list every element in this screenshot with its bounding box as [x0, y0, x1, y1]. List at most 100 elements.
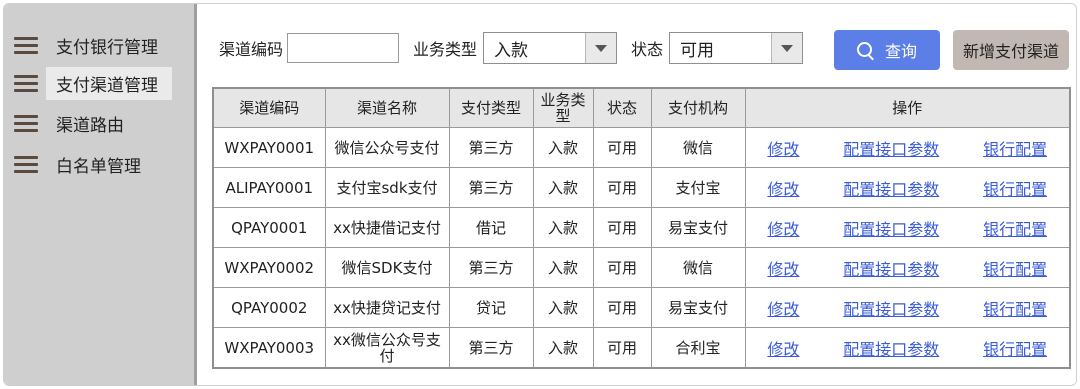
pay-type-cell: 第三方 — [448, 127, 534, 168]
config-params-link[interactable]: 配置接口参数 — [843, 141, 939, 158]
sidebar-item-whitelist[interactable]: 白名单管理 — [14, 147, 151, 181]
channel-code-cell: WXPAY0003 — [212, 327, 326, 369]
status-cell: 可用 — [592, 127, 652, 168]
pay-org-cell: 支付宝 — [650, 167, 746, 208]
biz-type-cell: 入款 — [532, 127, 594, 168]
status-cell: 可用 — [592, 207, 652, 248]
table-row: WXPAY0001 微信公众号支付 第三方 入款 可用 微信 修改 配置接口参数… — [212, 127, 1071, 168]
config-params-link[interactable]: 配置接口参数 — [843, 221, 939, 238]
channel-name-cell: 支付宝sdk支付 — [324, 167, 450, 208]
table-row: WXPAY0003 xx微信公众号支付 第三方 入款 可用 合利宝 修改 配置接… — [212, 327, 1071, 369]
biz-type-cell: 入款 — [532, 327, 594, 369]
channel-code-label: 渠道编码 — [219, 40, 284, 59]
channel-code-cell: WXPAY0002 — [212, 247, 326, 288]
channel-code-input[interactable] — [287, 33, 400, 63]
column-header: 支付机构 — [650, 87, 746, 128]
channel-code-cell: QPAY0001 — [212, 207, 326, 248]
channel-code-cell: ALIPAY0001 — [212, 167, 326, 208]
sidebar-item-channel-routing[interactable]: 渠道路由 — [14, 106, 134, 140]
sidebar-item-label: 白名单管理 — [56, 156, 141, 177]
pay-type-cell: 第三方 — [448, 247, 534, 288]
config-params-link[interactable]: 配置接口参数 — [843, 341, 939, 358]
status-label: 状态 — [631, 40, 664, 59]
edit-link[interactable]: 修改 — [767, 341, 799, 358]
add-channel-button[interactable]: 新增支付渠道 — [953, 30, 1069, 70]
chevron-down-icon — [771, 33, 803, 63]
sidebar-item-label: 支付银行管理 — [56, 37, 158, 58]
sidebar-item-bank-management[interactable]: 支付银行管理 — [14, 28, 168, 62]
channel-name-cell: xx快捷借记支付 — [324, 207, 450, 248]
biz-type-cell: 入款 — [532, 287, 594, 328]
menu-icon — [14, 73, 38, 93]
sidebar: 支付银行管理 支付渠道管理 渠道路由 白名单管理 — [4, 4, 197, 385]
table-row: QPAY0002 xx快捷贷记支付 贷记 入款 可用 易宝支付 修改 配置接口参… — [212, 287, 1071, 328]
channel-code-cell: QPAY0002 — [212, 287, 326, 328]
table-row: QPAY0001 xx快捷借记支付 借记 入款 可用 易宝支付 修改 配置接口参… — [212, 207, 1071, 248]
status-cell: 可用 — [592, 287, 652, 328]
query-button-label: 查询 — [884, 42, 917, 61]
menu-icon — [14, 154, 38, 174]
status-cell: 可用 — [592, 167, 652, 208]
biz-type-value: 入款 — [494, 40, 529, 61]
pay-type-cell: 第三方 — [448, 167, 534, 208]
bank-config-link[interactable]: 银行配置 — [983, 301, 1047, 318]
query-button[interactable]: 查询 — [834, 30, 940, 70]
status-select[interactable]: 可用 — [669, 32, 804, 64]
menu-icon — [14, 113, 38, 133]
bank-config-link[interactable]: 银行配置 — [983, 181, 1047, 198]
sidebar-item-channel-management[interactable]: 支付渠道管理 — [14, 66, 172, 100]
biz-type-cell: 入款 — [532, 167, 594, 208]
table-header-row: 渠道编码 渠道名称 支付类型 业务类型 状态 支付机构 操作 — [212, 87, 1071, 128]
biz-type-select[interactable]: 入款 — [483, 32, 618, 64]
actions-cell: 修改 配置接口参数 银行配置 — [744, 207, 1071, 248]
column-header: 业务类型 — [532, 87, 594, 128]
channel-table: 渠道编码 渠道名称 支付类型 业务类型 状态 支付机构 操作 WXPAY0001… — [212, 87, 1071, 369]
config-params-link[interactable]: 配置接口参数 — [843, 301, 939, 318]
status-cell: 可用 — [592, 327, 652, 369]
edit-link[interactable]: 修改 — [767, 261, 799, 278]
chevron-down-icon — [585, 33, 617, 63]
pay-type-cell: 第三方 — [448, 327, 534, 369]
pay-org-cell: 合利宝 — [650, 327, 746, 369]
pay-org-cell: 微信 — [650, 247, 746, 288]
channel-code-cell: WXPAY0001 — [212, 127, 326, 168]
filter-bar: 渠道编码 业务类型 入款 状态 可用 — [219, 28, 804, 68]
table-row: ALIPAY0001 支付宝sdk支付 第三方 入款 可用 支付宝 修改 配置接… — [212, 167, 1071, 208]
config-params-link[interactable]: 配置接口参数 — [843, 261, 939, 278]
pay-org-cell: 易宝支付 — [650, 287, 746, 328]
edit-link[interactable]: 修改 — [767, 221, 799, 238]
column-header: 渠道编码 — [212, 87, 326, 128]
channel-name-cell: 微信公众号支付 — [324, 127, 450, 168]
status-value: 可用 — [680, 40, 715, 61]
bank-config-link[interactable]: 银行配置 — [983, 341, 1047, 358]
edit-link[interactable]: 修改 — [767, 181, 799, 198]
biz-type-cell: 入款 — [532, 207, 594, 248]
bank-config-link[interactable]: 银行配置 — [983, 221, 1047, 238]
actions-cell: 修改 配置接口参数 银行配置 — [744, 327, 1071, 369]
sidebar-item-label: 支付渠道管理 — [46, 66, 172, 100]
status-cell: 可用 — [592, 247, 652, 288]
search-icon — [856, 42, 873, 58]
pay-org-cell: 易宝支付 — [650, 207, 746, 248]
edit-link[interactable]: 修改 — [767, 301, 799, 318]
bank-config-link[interactable]: 银行配置 — [983, 261, 1047, 278]
pay-org-cell: 微信 — [650, 127, 746, 168]
column-header: 支付类型 — [448, 87, 534, 128]
pay-type-cell: 贷记 — [448, 287, 534, 328]
sidebar-item-label: 渠道路由 — [56, 115, 124, 136]
biz-type-label: 业务类型 — [413, 40, 478, 59]
bank-config-link[interactable]: 银行配置 — [983, 141, 1047, 158]
column-header: 操作 — [744, 87, 1071, 128]
add-channel-button-label: 新增支付渠道 — [962, 42, 1059, 61]
main-content: 渠道编码 业务类型 入款 状态 可用 查询 新增支付渠道 渠道编码 渠道名称 支… — [197, 4, 1076, 385]
app-frame: 支付银行管理 支付渠道管理 渠道路由 白名单管理 渠道编码 业务类型 入款 状态… — [3, 3, 1077, 386]
actions-cell: 修改 配置接口参数 银行配置 — [744, 127, 1071, 168]
actions-cell: 修改 配置接口参数 银行配置 — [744, 247, 1071, 288]
biz-type-cell: 入款 — [532, 247, 594, 288]
channel-name-cell: 微信SDK支付 — [324, 247, 450, 288]
column-header: 状态 — [592, 87, 652, 128]
edit-link[interactable]: 修改 — [767, 141, 799, 158]
channel-name-cell: xx快捷贷记支付 — [324, 287, 450, 328]
config-params-link[interactable]: 配置接口参数 — [843, 181, 939, 198]
pay-type-cell: 借记 — [448, 207, 534, 248]
